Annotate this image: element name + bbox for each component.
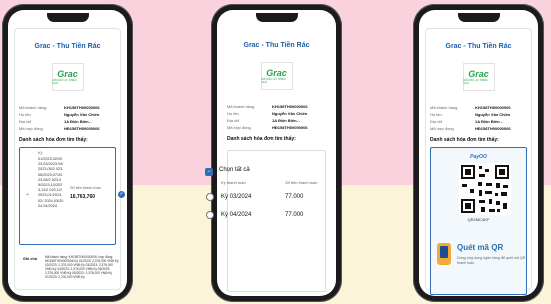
info-row: Địa chỉ 1A Điện Biên... xyxy=(430,118,527,125)
info-key: Mã khách hàng xyxy=(19,105,47,110)
info-key: Địa chỉ xyxy=(19,119,32,124)
info-row: Mã khách hàng KH158TH00000006 xyxy=(430,104,527,111)
info-value: HĐ158TH00000006 xyxy=(272,125,308,130)
info-key: Mã khách hàng xyxy=(227,104,255,109)
logo-wordmark: Grac xyxy=(57,68,78,79)
customer-info: Mã khách hàng KH158TH00000006 Họ tên Nguyễ… xyxy=(227,103,326,131)
info-value: KH158TH00000006 xyxy=(475,105,511,110)
logo-tagline: ĐỔI RÁC LẤY NHIỀU QUÀ xyxy=(261,77,286,84)
row-amount: 77.000 xyxy=(285,194,304,200)
phone-frame-2: Grac - Thu Tiền Rác Grac ĐỔI RÁC LẤY NHI… xyxy=(211,4,342,302)
logo-tagline: ĐỔI RÁC LẤY NHIỀU QUÀ xyxy=(52,78,77,85)
page-title: Grac - Thu Tiền Rác xyxy=(243,42,310,49)
phone-notch xyxy=(46,13,89,22)
invoice-list-title: Danh sách hóa đơn tìm thấy: xyxy=(430,137,499,143)
phone-screen-3: Grac - Thu Tiền Rác Grac ĐỔI RÁC LẤY NHI… xyxy=(419,10,538,296)
info-value: KH158TH00000006 xyxy=(272,104,308,109)
invoice-list-title: Danh sách hóa đơn tìm thấy: xyxy=(19,137,88,143)
logo-wordmark: Grac xyxy=(266,67,287,78)
info-value: Nguyễn Văn Chiến xyxy=(64,112,100,117)
grac-logo: Grac ĐỔI RÁC LẤY NHIỀU QUÀ xyxy=(462,63,495,91)
invoice-list-title: Danh sách hóa đơn tìm thấy: xyxy=(227,136,296,142)
info-row: Địa chỉ 1A Điện Biên... xyxy=(227,117,326,124)
info-row: Họ tên Nguyễn Văn Chiến xyxy=(227,110,326,117)
phone-notch xyxy=(457,13,500,22)
info-value: HĐ158TH00000006 xyxy=(64,126,100,131)
page-title: Grac - Thu Tiền Rác xyxy=(34,43,101,50)
info-key: Mã hợp đồng xyxy=(227,125,251,130)
scan-qr-title: Quét mã QR xyxy=(457,243,504,252)
phone-screen-1: Grac - Thu Tiền Rác Grac ĐỔI RÁC LẤY NHI… xyxy=(8,10,127,296)
phone-frame-1: Grac - Thu Tiền Rác Grac ĐỔI RÁC LẤY NHI… xyxy=(2,4,133,302)
select-all-label[interactable]: Chọn tất cả xyxy=(219,167,250,173)
info-key: Mã khách hàng xyxy=(430,105,458,110)
invoice-card: Grac - Thu Tiền Rác Grac ĐỔI RÁC LẤY NHI… xyxy=(425,28,532,295)
info-key: Mã hợp đồng xyxy=(19,126,43,131)
amount-label: Số tiền thanh toán xyxy=(70,186,101,190)
grac-logo: Grac ĐỔI RÁC LẤY NHIỀU QUÀ xyxy=(51,63,84,91)
phone-frame-3: Grac - Thu Tiền Rác Grac ĐỔI RÁC LẤY NHI… xyxy=(413,4,544,302)
logo-wordmark: Grac xyxy=(468,68,489,79)
info-value: Nguyễn Văn Chiến xyxy=(272,111,308,116)
checkmark-icon[interactable]: ✓ xyxy=(118,191,125,198)
info-key: Địa chỉ xyxy=(430,119,443,124)
chevron-up-icon[interactable]: ⌃ xyxy=(25,193,30,200)
scan-qr-description: Dùng ứng dụng ngân hàng để quét mã QR th… xyxy=(457,256,526,265)
info-key: Họ tên xyxy=(227,111,239,116)
info-key: Địa chỉ xyxy=(227,118,240,123)
qr-code-icon xyxy=(459,163,511,215)
invoice-amount: 16,763,760 xyxy=(70,194,96,200)
period-label: Kỳ xyxy=(38,151,43,155)
phone-scan-icon xyxy=(437,243,451,265)
info-value: KH158TH00000006 xyxy=(64,105,100,110)
info-row: Mã hợp đồng HĐ158TH00000006 xyxy=(227,124,326,131)
grac-logo: Grac ĐỔI RÁC LẤY NHIỀU QUÀ xyxy=(260,62,293,90)
row-amount: 77.000 xyxy=(285,212,304,218)
info-row: Mã khách hàng KH158TH00000006 xyxy=(19,104,116,111)
phone-notch xyxy=(255,13,298,22)
info-value: HĐ158TH00000006 xyxy=(475,126,511,131)
row-checkbox[interactable] xyxy=(206,211,214,219)
customer-info: Mã khách hàng KH158TH00000006 Họ tên Nguyễ… xyxy=(19,104,116,132)
info-key: Họ tên xyxy=(19,112,31,117)
row-period: Kỳ 04/2024 xyxy=(221,212,252,218)
logo-tagline: ĐỔI RÁC LẤY NHIỀU QUÀ xyxy=(463,78,488,85)
select-all-checkbox[interactable]: − xyxy=(205,168,213,176)
row-checkbox[interactable] xyxy=(206,193,214,201)
info-row: Mã khách hàng KH158TH00000006 xyxy=(227,103,326,110)
column-period: Kỳ thanh toán xyxy=(221,180,246,185)
info-row: Địa chỉ 1A Điện Biên... xyxy=(19,118,116,125)
qr-code-label: QR2MC4KF xyxy=(467,217,490,222)
qr-panel: PayOO QR2MC4KF Quét mã QR Dùng ứng dụng … xyxy=(430,147,527,295)
payoo-logo: PayOO xyxy=(470,154,487,160)
note-label: Ghi chú xyxy=(23,257,38,261)
info-value: 1A Điện Biên... xyxy=(475,119,503,124)
info-value: 1A Điện Biên... xyxy=(272,118,300,123)
info-value: Nguyễn Văn Chiến xyxy=(475,112,511,117)
row-period: Kỳ 03/2024 xyxy=(221,194,252,200)
invoice-item[interactable]: Kỳ 01/2023,02/20 23,03/2023,04/2023,05/2… xyxy=(19,147,125,245)
info-row: Mã hợp đồng HĐ158TH00000006 xyxy=(430,125,527,132)
info-key: Họ tên xyxy=(430,112,442,117)
info-value: 1A Điện Biên... xyxy=(64,119,92,124)
invoice-card: Grac - Thu Tiền Rác Grac ĐỔI RÁC LẤY NHI… xyxy=(14,28,125,290)
customer-info: Mã khách hàng KH158TH00000006 Họ tên Nguyễ… xyxy=(430,104,527,132)
info-row: Họ tên Nguyễn Văn Chiến xyxy=(430,111,527,118)
info-row: Mã hợp đồng HĐ158TH00000006 xyxy=(19,125,116,132)
column-amount: Số tiền thanh toán xyxy=(285,180,318,185)
phone-screen-2: Grac - Thu Tiền Rác Grac ĐỔI RÁC LẤY NHI… xyxy=(217,10,336,296)
info-key: Mã hợp đồng xyxy=(430,126,454,131)
invoice-card: Grac - Thu Tiền Rác Grac ĐỔI RÁC LẤY NHI… xyxy=(223,28,330,292)
period-list: 01/2023,02/20 23,03/2023,04/2023,05/2 02… xyxy=(38,157,64,208)
info-row: Họ tên Nguyễn Văn Chiến xyxy=(19,111,116,118)
page-title: Grac - Thu Tiền Rác xyxy=(445,43,512,50)
invoice-note: Mã khách hàng: KH158TH00000006, hợp đồng… xyxy=(45,255,119,279)
